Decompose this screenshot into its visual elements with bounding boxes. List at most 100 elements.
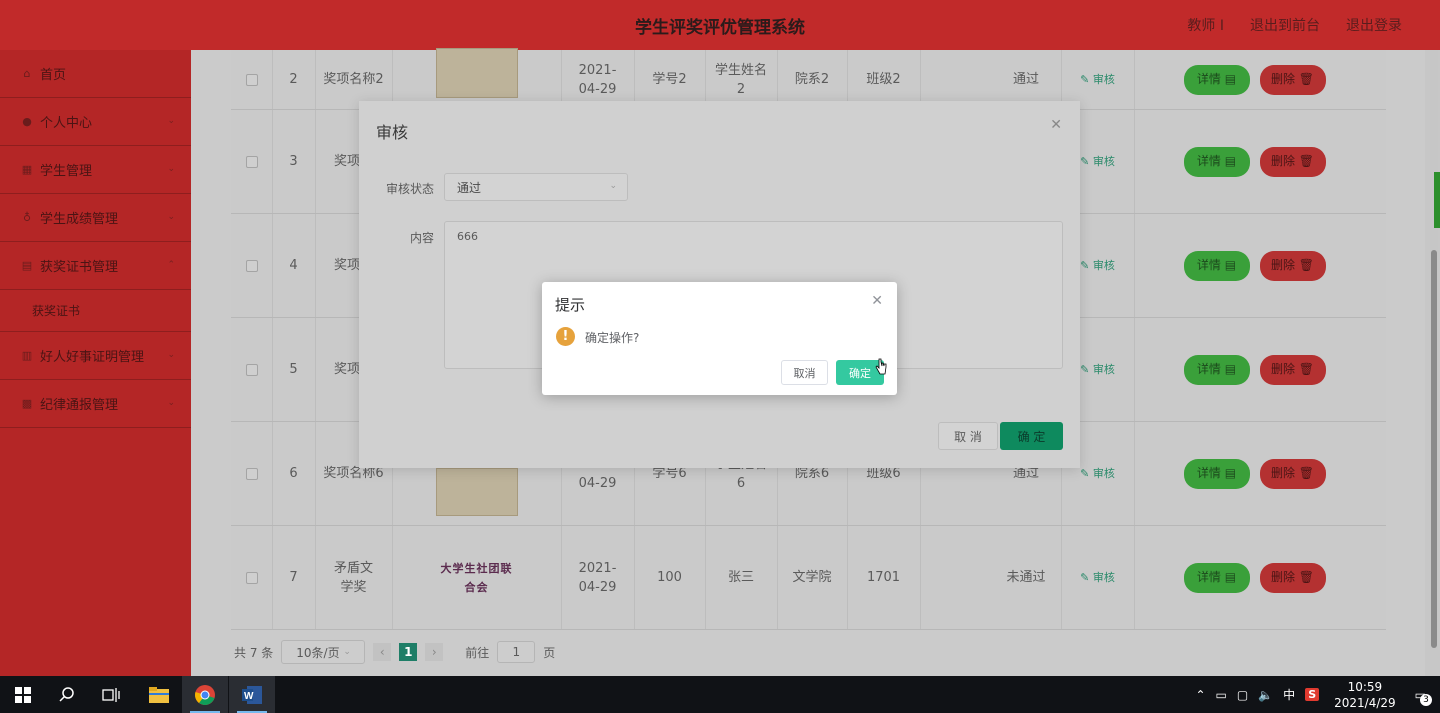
sidebar-item-certificate-management[interactable]: ▤ 获奖证书管理 ⌃ [0,242,191,290]
certificate-thumbnail[interactable] [435,467,518,516]
sidebar-item-student-management[interactable]: ▦ 学生管理 ⌄ [0,146,191,194]
sidebar-subitem-certificate[interactable]: 获奖证书 [0,290,191,332]
home-icon: ⌂ [23,66,31,80]
detail-button[interactable]: 详情 ▤ [1183,250,1250,281]
notification-count: 3 [1420,693,1432,706]
sidebar-item-label: 获奖证书管理 [40,260,119,275]
windows-start-icon[interactable] [0,676,46,713]
notification-icon[interactable]: ▭ 3 [1415,688,1432,706]
sidebar-item-personal-center[interactable]: ● 个人中心 ⌄ [0,98,191,146]
clock-date: 2021/4/29 [1334,695,1396,710]
row-checkbox[interactable] [245,571,258,584]
system-tray: ⌃ ▭ ▢ 🔈 中 S 10:59 2021/4/29 ▭ 3 [1190,676,1440,713]
file-explorer-icon[interactable] [136,676,182,713]
messagebox-message: 确定操作? [585,331,640,345]
battery-icon[interactable]: ▭ [1216,688,1227,702]
audit-status-select[interactable]: 通过 ⌄ [444,173,628,201]
certificate-thumbnail[interactable]: 大学生社团联合会 [435,552,518,603]
dialog-cancel-button[interactable]: 取 消 [938,422,998,450]
chevron-down-icon: ⌄ [167,164,175,174]
content-label: 内容 [410,231,435,245]
volume-icon[interactable]: 🔈 [1258,688,1273,702]
detail-button[interactable]: 详情 ▤ [1183,562,1250,593]
goto-page-input[interactable]: 1 [497,641,536,663]
audit-link[interactable]: ✎ 审核 [1080,360,1115,379]
audit-status: 未通过 [1006,570,1046,585]
page-unit-label: 页 [543,645,556,660]
close-icon[interactable]: ✕ [1050,117,1062,133]
audit-link[interactable]: ✎ 审核 [1080,568,1115,587]
row-checkbox[interactable] [245,363,258,376]
search-icon[interactable] [44,676,90,713]
chevron-down-icon: ⌄ [167,212,175,222]
svg-text:W: W [244,691,254,702]
sidebar-item-score-management[interactable]: ♁ 学生成绩管理 ⌄ [0,194,191,242]
prev-page-button[interactable]: ‹ [373,643,392,661]
network-icon[interactable]: ▢ [1237,688,1248,702]
messagebox-title: 提示 [555,296,586,314]
scrollbar-thumb[interactable] [1431,250,1437,648]
detail-button[interactable]: 详情 ▤ [1183,458,1250,489]
top-header: 学生评奖评优管理系统 教师 I 退出到前台 退出登录 [0,0,1440,50]
chevron-down-icon: ⌄ [167,398,175,408]
logout-link[interactable]: 退出登录 [1346,15,1402,35]
row-checkbox[interactable] [245,467,258,480]
header-nav: 教师 I 退出到前台 退出登录 [1187,15,1402,35]
chevron-up-icon[interactable]: ⌃ [1195,688,1205,702]
close-icon[interactable]: ✕ [871,293,883,309]
award-date: 2021-04-29 [578,560,617,595]
back-to-frontend-link[interactable]: 退出到前台 [1250,15,1320,35]
row-index: 7 [289,570,298,585]
ime-indicator[interactable]: 中 [1283,686,1295,703]
windows-taskbar: W ⌃ ▭ ▢ 🔈 中 S 10:59 2021/4/29 ▭ 3 [0,676,1440,713]
sidebar-item-discipline[interactable]: ▩ 纪律通报管理 ⌄ [0,380,191,428]
grid-icon: ▦ [21,162,33,176]
confirm-messagebox: 提示 ✕ ! 确定操作? 取消 确定 [542,282,897,395]
sidebar-item-label: 首页 [40,68,67,83]
audit-link[interactable]: ✎ 审核 [1080,152,1115,171]
sidebar-item-label: 好人好事证明管理 [40,350,145,365]
row-index: 5 [289,362,298,377]
delete-button[interactable]: 删除 🗑 [1259,146,1326,177]
detail-button[interactable]: 详情 ▤ [1183,354,1250,385]
doc-icon: ▥ [21,348,33,362]
chevron-down-icon: ⌄ [167,350,175,360]
delete-button[interactable]: 删除 🗑 [1259,354,1326,385]
teacher-user-link[interactable]: 教师 I [1187,15,1224,35]
page-number[interactable]: 1 [399,643,418,661]
delete-button[interactable]: 删除 🗑 [1259,562,1326,593]
row-checkbox[interactable] [245,155,258,168]
audit-link[interactable]: ✎ 审核 [1080,256,1115,275]
page-size-select[interactable]: 10条/页 ⌄ [281,640,366,664]
task-view-icon[interactable] [88,676,134,713]
delete-button[interactable]: 删除 🗑 [1259,250,1326,281]
delete-button[interactable]: 删除 🗑 [1259,64,1326,95]
goto-label: 前往 [465,645,490,660]
sidebar-item-label: 获奖证书 [32,304,81,318]
sidebar-item-home[interactable]: ⌂ 首页 [0,50,191,98]
word-icon[interactable]: W [229,676,275,713]
audit-link[interactable]: ✎ 审核 [1080,464,1115,483]
next-page-button[interactable]: › [425,643,444,661]
table-row: 7 矛盾文学奖 大学生社团联合会 2021-04-29 100 张三 文学院 1… [231,526,1386,630]
row-checkbox[interactable] [245,73,258,86]
chrome-icon[interactable] [182,676,228,713]
sidebar-item-label: 纪律通报管理 [40,398,119,413]
sogou-ime-icon[interactable]: S [1305,688,1320,701]
detail-button[interactable]: 详情 ▤ [1183,64,1250,95]
row-checkbox[interactable] [245,259,258,272]
sidebar-item-good-deeds[interactable]: ▥ 好人好事证明管理 ⌄ [0,332,191,380]
certificate-thumbnail[interactable] [435,47,518,98]
messagebox-cancel-button[interactable]: 取消 [781,360,828,385]
clock[interactable]: 10:59 2021/4/29 [1334,679,1396,711]
audit-link[interactable]: ✎ 审核 [1080,70,1115,89]
dialog-confirm-button[interactable]: 确 定 [1000,422,1063,450]
chart-icon: ▤ [21,258,33,272]
delete-button[interactable]: 删除 🗑 [1259,458,1326,489]
page-scrollbar[interactable] [1430,50,1438,650]
row-index: 4 [289,258,298,273]
pagination: 共 7 条 10条/页 ⌄ ‹ 1 › 前往 1 页 [234,640,555,664]
department: 文学院 [792,570,832,585]
detail-button[interactable]: 详情 ▤ [1183,146,1250,177]
student-name: 张三 [727,570,754,585]
